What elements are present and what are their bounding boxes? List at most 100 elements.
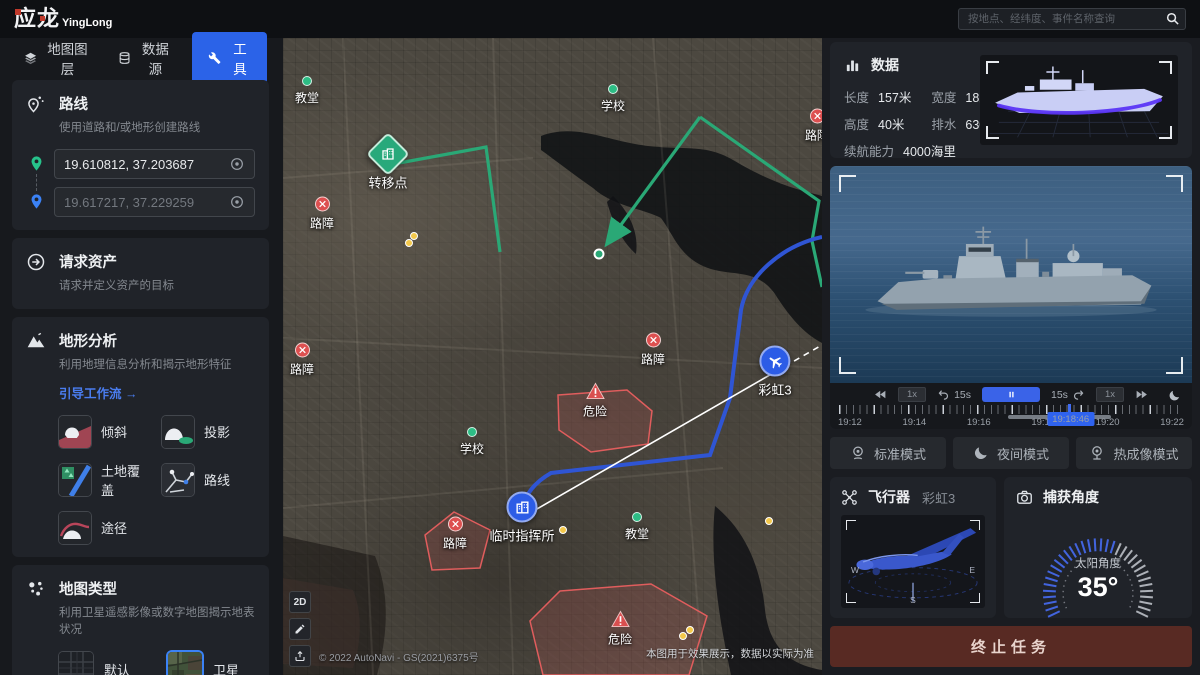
terrain-tool-projection[interactable]: 投影 xyxy=(162,416,255,448)
undo-icon xyxy=(937,388,950,401)
warship-graphic xyxy=(846,218,1176,348)
rewind-15s-button[interactable]: 15s xyxy=(937,388,971,401)
terrain-tool-landcover[interactable]: 土地覆盖 xyxy=(59,461,152,499)
route-subtitle: 使用道路和/或地形创建路线 xyxy=(59,120,200,137)
nav-tab-layers[interactable]: 地图图层 xyxy=(16,32,98,84)
search-input[interactable] xyxy=(958,8,1186,30)
speed-forward-button[interactable]: 1x xyxy=(1096,387,1124,402)
speed-back-button[interactable]: 1x xyxy=(898,387,926,402)
waypoint-dot xyxy=(405,239,413,247)
camera-icon xyxy=(1016,489,1033,506)
stat-label: 续航能力 xyxy=(844,145,894,159)
map-label: 教堂 xyxy=(295,89,319,106)
database-icon xyxy=(118,50,131,66)
warning-triangle-icon xyxy=(610,611,629,628)
map-control-export[interactable] xyxy=(289,645,311,667)
mode-button-standard[interactable]: 标准模式 xyxy=(830,437,946,469)
poi-marker: 学校 xyxy=(601,84,625,114)
map-label: 路障 xyxy=(443,535,467,552)
projection-thumb-icon xyxy=(162,416,194,448)
night-mode-icon[interactable] xyxy=(1168,389,1181,402)
request-asset-title: 请求资产 xyxy=(59,251,174,272)
aircraft-name: 彩虹3 xyxy=(922,488,955,507)
request-asset-card[interactable]: 请求资产 请求并定义资产的目标 xyxy=(12,238,269,308)
compass-south-label: S xyxy=(910,595,916,605)
map-label: 学校 xyxy=(460,440,484,457)
stat-label: 排水 xyxy=(931,118,956,132)
water-bodies xyxy=(283,131,822,675)
map-type-label: 默认 xyxy=(104,660,130,675)
timeline-time: 19:20 xyxy=(1096,417,1120,428)
route-card: 路线 使用道路和/或地形创建路线 19.610812, 3 xyxy=(12,80,269,230)
map-label: 危险 xyxy=(608,631,632,648)
route-io: 19.610812, 37.203687 19.617217, 37.22925… xyxy=(26,149,255,217)
uav-marker[interactable]: 彩虹3 xyxy=(758,346,791,399)
white-link-line xyxy=(523,372,775,517)
mode-button-thermal[interactable]: 热成像模式 xyxy=(1076,437,1192,469)
landcover-thumb-icon xyxy=(59,464,91,496)
terrain-tool-label: 路线 xyxy=(204,470,230,489)
start-coordinate-field[interactable]: 19.610812, 37.203687 xyxy=(54,149,255,179)
command-post-marker[interactable]: 临时指挥所 xyxy=(489,492,554,545)
map-label: 危险 xyxy=(583,403,607,420)
building-icon xyxy=(506,492,537,523)
map-label: 路障 xyxy=(310,215,334,232)
forward-15s-button[interactable]: 15s xyxy=(1051,388,1085,401)
start-pin-icon xyxy=(28,155,45,172)
mode-button-label: 标准模式 xyxy=(874,444,926,463)
locate-target-icon[interactable] xyxy=(229,194,245,210)
logo-en: YingLong xyxy=(62,17,112,30)
search-icon[interactable] xyxy=(1165,11,1180,26)
nav-tab-tools[interactable]: 工具 xyxy=(192,32,267,84)
terrain-tool-slope[interactable]: 倾斜 xyxy=(59,416,152,448)
waypoint-dot xyxy=(765,517,773,525)
transfer-point-marker[interactable]: 转移点 xyxy=(368,139,407,192)
sidebar: 地图图层数据源工具 路线 使用道路和/或地形创建路线 xyxy=(0,38,283,675)
end-coordinate-value: 19.617217, 37.229259 xyxy=(64,195,194,210)
map-type-options: 默认 卫星 xyxy=(59,652,255,675)
mode-button-night[interactable]: 夜间模式 xyxy=(953,437,1069,469)
skip-forward-icon[interactable] xyxy=(1135,388,1148,401)
terminate-mission-button[interactable]: 终止任务 xyxy=(830,626,1192,667)
data-card: 数据 长度157米宽度18米高度40米排水6300吨续航能力4000海里 xyxy=(830,42,1192,158)
workflow-link[interactable]: 引导工作流 → xyxy=(59,383,137,402)
moon-icon xyxy=(973,445,989,461)
roadblock-marker: 路障 xyxy=(310,197,334,232)
search-box xyxy=(958,8,1186,30)
topbar: 应龙 YingLong xyxy=(0,0,1200,38)
path-thumb-icon xyxy=(59,512,91,544)
dots-cluster-icon xyxy=(26,579,46,599)
terrain-tool-path[interactable]: 途径 xyxy=(59,512,152,544)
roadblock-marker: 路障 xyxy=(443,517,467,552)
nav-tab-datasource[interactable]: 数据源 xyxy=(110,32,180,84)
timeline-ruler[interactable] xyxy=(839,405,1183,414)
data-card-title: 数据 xyxy=(871,55,899,75)
danger-marker: 危险 xyxy=(608,611,632,648)
yellow-dot-icon xyxy=(765,517,773,525)
waypoint-dot xyxy=(559,526,567,534)
stat-label: 长度 xyxy=(844,91,869,105)
ship-wireframe xyxy=(980,55,1178,145)
skip-back-icon[interactable] xyxy=(874,388,887,401)
terrain-tool-routes[interactable]: 路线 xyxy=(162,461,255,499)
map-type-option-default[interactable]: 默认 xyxy=(59,652,130,675)
video-feed[interactable] xyxy=(830,166,1192,383)
nav-tabs: 地图图层数据源工具 xyxy=(0,38,283,78)
map-control-mode2d[interactable]: 2D xyxy=(289,591,311,613)
map-control-draw[interactable] xyxy=(289,618,311,640)
video-card: 1x 15s 15s xyxy=(830,166,1192,429)
stat-value: 4000海里 xyxy=(903,145,956,159)
bracket-icon xyxy=(1159,126,1172,139)
map-type-label: 卫星 xyxy=(213,660,239,675)
ship-stat: 高度40米 xyxy=(844,114,911,133)
roadblock-x-icon xyxy=(809,109,822,124)
pencil-icon xyxy=(294,623,306,635)
sidebar-cards: 路线 使用道路和/或地形创建路线 19.610812, 3 xyxy=(0,78,283,675)
terrain-subtitle: 利用地理信息分析和揭示地形特征 xyxy=(59,357,255,374)
end-coordinate-field[interactable]: 19.617217, 37.229259 xyxy=(54,187,255,217)
pause-button[interactable] xyxy=(982,387,1040,402)
locate-target-icon[interactable] xyxy=(229,156,245,172)
map-type-option-satellite[interactable]: 卫星 xyxy=(168,652,239,675)
map-canvas[interactable]: 教堂学校学校教堂路障路障路障路障路障危险危险转移点彩虹3临时指挥所 2D © 2… xyxy=(283,38,822,675)
capture-angle-title: 捕获角度 xyxy=(1043,487,1099,507)
